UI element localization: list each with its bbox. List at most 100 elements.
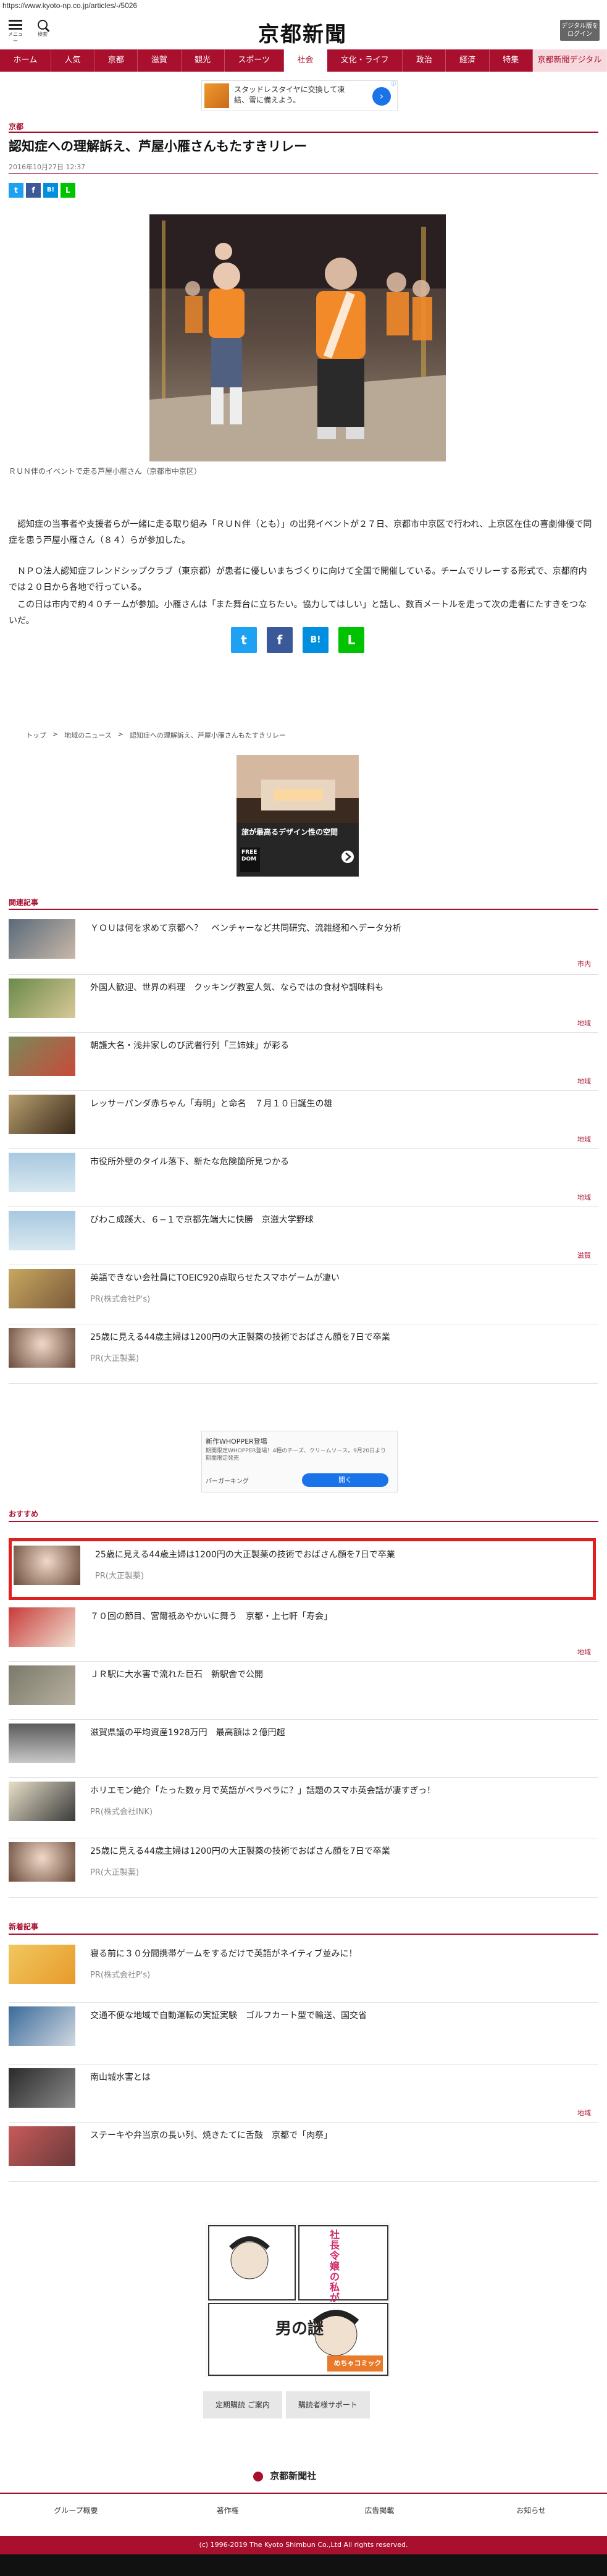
footer-nav-advertising[interactable]: 広告掲載 [304,2505,456,2515]
hatena-icon[interactable]: B! [303,627,329,653]
related-title[interactable]: 朝護大名・浅井家しのび武者行列「三姉妹」が彩る [90,1039,590,1051]
footer-logo-text: 京都新聞社 [270,2470,317,2481]
related-thumb [9,1269,75,1308]
recommend-title[interactable]: 25歳に見える44歳主婦は1200円の大正製薬の技術でおばさん顔を7日で卒業 [95,1548,595,1560]
nav-item-sports[interactable]: スポーツ [225,49,284,72]
recommend-item[interactable]: ７０回の節目、宮爾祇あやかいに舞う 京都・上七軒「寿会」 地域 [9,1604,598,1662]
nav-item-digital[interactable]: 京都新聞デジタル [532,49,607,72]
related-title[interactable]: 市役所外壁のタイル落下、新たな危険箇所見つかる [90,1155,590,1168]
recommend-thumb [9,1724,75,1763]
mid-ad[interactable]: 旅が最高るデザイン性の空間 FREE DOM [237,755,359,877]
related-item[interactable]: 外国人歓迎、世界の料理 クッキング教室人気、ならではの食材や調味料も 地域 [9,975,598,1033]
latest-title[interactable]: 交通不便な地域で自動運転の実証実験 ゴルフカート型で輸送、国交省 [90,2009,590,2021]
photo-image [149,214,446,461]
menu-label: メニュー [8,32,23,44]
facebook-icon[interactable]: f [267,627,293,653]
copyright: (c) 1996-2019 The Kyoto Shimbun Co.,Ltd … [0,2536,607,2554]
recommend-title[interactable]: 滋賀県議の平均資産1928万円 最高額は２億円超 [90,1726,590,1738]
recommend-label: おすすめ [9,1510,39,1518]
chevron-right-icon[interactable]: › [372,87,391,106]
recommend-title[interactable]: ７０回の節目、宮爾祇あやかいに舞う 京都・上七軒「寿会」 [90,1610,590,1622]
recommend-item-pr[interactable]: 25歳に見える44歳主婦は1200円の大正製薬の技術でおばさん顔を7日で卒業 P… [14,1542,591,1597]
recommend-thumb [14,1546,80,1585]
ad-headline: 新作WHOPPER登場 [206,1437,267,1446]
search-label: 検索 [38,32,48,37]
nav-item-kyoto[interactable]: 京都 [94,49,138,72]
related-title[interactable]: 25歳に見える44歳主婦は1200円の大正製薬の技術でおばさん顔を7日で卒業 [90,1331,590,1343]
manga-ad-text1: 社長令嬢の私が [330,2229,340,2304]
subscription-info-link[interactable]: 定期購読 ご案内 [203,2391,282,2418]
footer-nav-copyright[interactable]: 著作権 [152,2505,304,2515]
related-item[interactable]: 市役所外壁のタイル落下、新たな危険箇所見つかる 地域 [9,1149,598,1207]
nav-item-culture[interactable]: 文化・ライフ [327,49,403,72]
manga-ad-text2: 男の謎 [275,2320,324,2338]
related-item[interactable]: 朝護大名・浅井家しのび武者行列「三姉妹」が彩る 地域 [9,1033,598,1091]
article-category[interactable]: 京都 [9,121,23,132]
line-icon[interactable]: L [61,183,75,198]
pr-label: PR(大正製薬) [90,1868,140,1877]
related-item[interactable]: びわこ成蹊大、６−１で京都先端大に快勝 京滋大学野球 滋賀 [9,1207,598,1265]
latest-item[interactable]: ステーキや弁当京の長い列、焼きたてに舌鼓 京都で「肉祭」 [9,2123,598,2182]
footer-logo[interactable]: 京都新聞社 [253,2469,316,2482]
pr-label: PR(株式会社P's) [90,1971,151,1980]
latest-item[interactable]: 南山城水害とは 地域 [9,2065,598,2123]
facebook-icon[interactable]: f [26,183,41,198]
recommend-item[interactable]: 滋賀県議の平均資産1928万円 最高額は２億円超 [9,1720,598,1778]
related-tag: 地域 [577,1077,591,1085]
top-ad-banner[interactable]: スタッドレスタイヤに交換して凍結、雪に備えよう。 › ⓘ [201,80,398,111]
recommend-title[interactable]: ホリエモン絶介「たった数ヶ月で英語がペラペラに？」話題のスマホ英会話が凄すぎっ！ [90,1784,590,1796]
article-photo [149,214,446,461]
latest-item[interactable]: 交通不便な地域で自動運転の実証実験 ゴルフカート型で輸送、国交省 [9,2003,598,2065]
nav-item-features[interactable]: 特集 [490,49,533,72]
latest-item-pr[interactable]: 寝る前に３０分間携帯ゲームをするだけで英語がネイティブ並みに！ PR(株式会社P… [9,1941,598,2003]
related-tag: 地域 [577,1193,591,1202]
nav-item-popular[interactable]: 人気 [51,49,95,72]
twitter-icon[interactable]: t [231,627,257,653]
related-title[interactable]: 英語できない会社員にTOEIC920点取らせたスマホゲームが凄い [90,1271,590,1284]
line-icon[interactable]: L [338,627,364,653]
breadcrumb-item[interactable]: トップ [26,730,46,740]
burger-ad[interactable]: 新作WHOPPER登場 期間限定WHOPPER登場！4種のチーズ、クリームソース… [201,1431,398,1492]
recommend-title[interactable]: 25歳に見える44歳主婦は1200円の大正製薬の技術でおばさん顔を7日で卒業 [90,1845,590,1857]
latest-title[interactable]: ステーキや弁当京の長い列、焼きたてに舌鼓 京都で「肉祭」 [90,2129,590,2141]
subscriber-support-link[interactable]: 購読者様サポート [285,2391,370,2418]
nav-item-shiga[interactable]: 滋賀 [138,49,182,72]
breadcrumb-separator: > [52,730,59,738]
related-item[interactable]: レッサーパンダ赤ちゃん「寿明」と命名 ７月１０日誕生の雄 地域 [9,1091,598,1149]
nav-item-economy[interactable]: 経済 [446,49,490,72]
related-title[interactable]: ＹＯＵは何を求めて京都へ？ ベンチャーなど共同研究、流雑経和ヘデータ分析 [90,922,590,934]
related-item-pr[interactable]: 25歳に見える44歳主婦は1200円の大正製薬の技術でおばさん顔を7日で卒業 P… [9,1324,598,1384]
related-thumb [9,1328,75,1368]
related-item-pr[interactable]: 英語できない会社員にTOEIC920点取らせたスマホゲームが凄い PR(株式会社… [9,1265,598,1324]
recommend-title[interactable]: ＪＲ駅に大水害で流れた巨石 新駅舎で公開 [90,1668,590,1680]
related-tag: 市内 [577,960,591,968]
recommend-item[interactable]: ＪＲ駅に大水害で流れた巨石 新駅舎で公開 [9,1662,598,1720]
ad-info-icon[interactable]: ⓘ [391,81,397,87]
search-icon [38,20,48,30]
nav-item-home[interactable]: ホーム [0,49,51,72]
recommend-item-pr[interactable]: ホリエモン絶介「たった数ヶ月で英語がペラペラに？」話題のスマホ英会話が凄すぎっ！… [9,1778,598,1838]
digital-login-button[interactable]: デジタル版をログイン [560,20,600,41]
related-thumb [9,979,75,1018]
recommend-item-pr[interactable]: 25歳に見える44歳主婦は1200円の大正製薬の技術でおばさん顔を7日で卒業 P… [9,1838,598,1898]
ad-open-button[interactable]: 開く [302,1473,388,1487]
related-title[interactable]: レッサーパンダ赤ちゃん「寿明」と命名 ７月１０日誕生の雄 [90,1097,590,1109]
hatena-icon[interactable]: B! [43,183,58,198]
footer-nav-notice[interactable]: お知らせ [455,2505,607,2515]
nav-item-society[interactable]: 社会 [283,49,327,72]
footer-nav-group[interactable]: グループ概要 [0,2505,152,2515]
related-title[interactable]: びわこ成蹊大、６−１で京都先端大に快勝 京滋大学野球 [90,1213,590,1226]
related-title[interactable]: 外国人歓迎、世界の料理 クッキング教室人気、ならではの食材や調味料も [90,981,590,993]
search-button[interactable]: 検索 [33,19,52,37]
url-bar[interactable]: https://www.kyoto-np.co.jp/articles/-/50… [0,0,607,12]
twitter-icon[interactable]: t [9,183,23,198]
related-item[interactable]: ＹＯＵは何を求めて京都へ？ ベンチャーなど共同研究、流雑経和ヘデータ分析 市内 [9,915,598,975]
breadcrumb-item[interactable]: 地域のニュース [64,730,111,740]
manga-ad[interactable]: 社長令嬢の私が 男の謎 めちゃコミック [206,2223,390,2377]
nav-item-tourism[interactable]: 観光 [182,49,225,72]
site-logo[interactable]: 京都新聞 [247,17,358,47]
nav-item-politics[interactable]: 政治 [403,49,446,72]
latest-title[interactable]: 南山城水害とは [90,2071,590,2083]
menu-button[interactable]: メニュー [6,19,25,44]
latest-title[interactable]: 寝る前に３０分間携帯ゲームをするだけで英語がネイティブ並みに！ [90,1947,590,1959]
